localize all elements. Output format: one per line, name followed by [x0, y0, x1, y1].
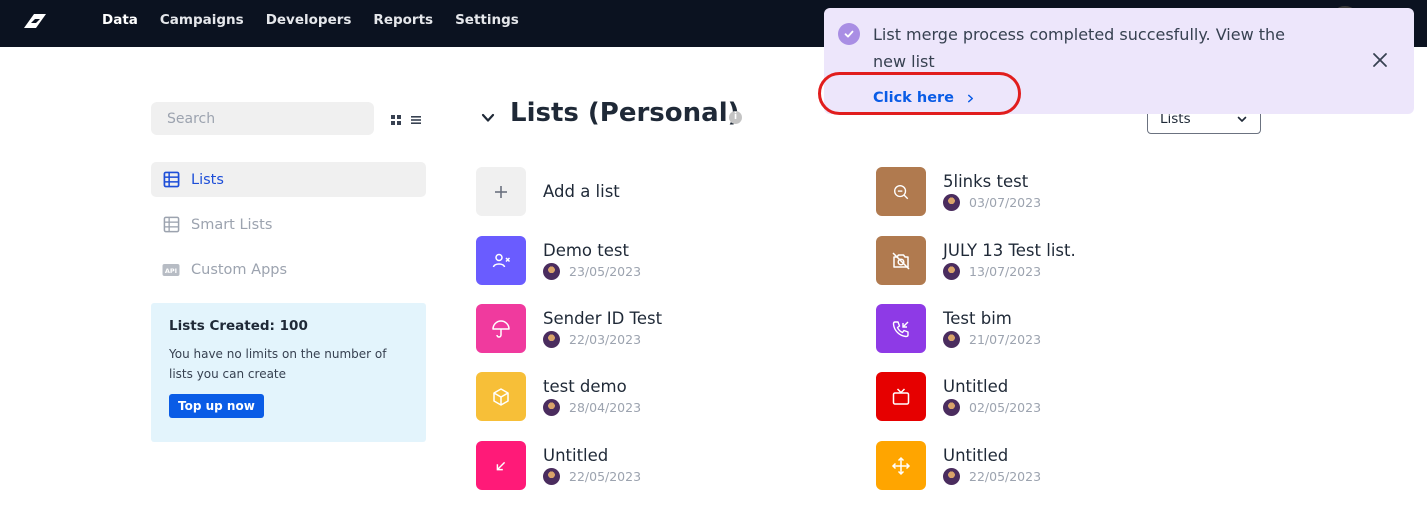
list-name: Demo test: [543, 241, 629, 260]
box-icon: [493, 387, 509, 406]
camera-off-icon: [892, 251, 910, 270]
quota-text: You have no limits on the number of list…: [169, 347, 387, 381]
owner-avatar: [943, 468, 960, 485]
click-here-link[interactable]: Click here: [873, 90, 975, 106]
lists-quota-card: Lists Created: 100 You have no limits on…: [151, 303, 426, 442]
list-tile: [876, 372, 926, 421]
list-item[interactable]: test demo 28/04/2023: [476, 372, 641, 421]
list-tile: [876, 167, 926, 216]
list-name: Untitled: [543, 446, 609, 465]
nav-campaigns[interactable]: Campaigns: [160, 12, 244, 28]
info-icon[interactable]: i: [729, 111, 742, 124]
list-date: 28/04/2023: [569, 400, 642, 415]
list-name: 5links test: [943, 172, 1029, 191]
chevron-down-icon: [1237, 116, 1247, 122]
owner-avatar: [943, 194, 960, 211]
owner-avatar: [543, 399, 560, 416]
chevron-down-icon[interactable]: [480, 110, 496, 126]
api-icon: API: [162, 261, 180, 279]
list-date: 23/05/2023: [569, 264, 642, 279]
arrow-down-left-icon: [496, 461, 506, 470]
list-date: 22/05/2023: [569, 469, 642, 484]
list-item[interactable]: Test bim 21/07/2023: [876, 304, 1041, 353]
sidebar-item-label: Lists: [191, 171, 224, 188]
owner-avatar: [543, 331, 560, 348]
table-icon: [162, 216, 180, 234]
sidebar-item-lists[interactable]: Lists: [151, 162, 426, 197]
list-item[interactable]: Untitled 02/05/2023: [876, 372, 1041, 421]
quota-title: Lists Created: 100: [169, 318, 308, 334]
owner-avatar: [943, 263, 960, 280]
sidebar-item-label: Smart Lists: [191, 216, 273, 233]
list-name: Untitled: [943, 446, 1009, 465]
list-name: test demo: [543, 377, 627, 396]
tv-icon: [892, 387, 910, 405]
merge-success-toast: List merge process completed succesfully…: [824, 8, 1414, 114]
top-up-button[interactable]: Top up now: [169, 394, 264, 418]
list-date: 13/07/2023: [969, 264, 1042, 279]
sidebar-item-label: Custom Apps: [191, 261, 288, 278]
view-toggle: [390, 111, 422, 125]
list-item[interactable]: Untitled 22/05/2023: [876, 441, 1041, 490]
nav-settings[interactable]: Settings: [455, 12, 519, 28]
table-icon: [162, 171, 180, 189]
search-input[interactable]: [151, 102, 374, 135]
toast-message: List merge process completed succesfully…: [873, 25, 1285, 71]
owner-avatar: [943, 331, 960, 348]
brand-logo[interactable]: [20, 10, 48, 32]
grid-view-icon[interactable]: [390, 111, 402, 125]
plus-icon: [476, 167, 526, 216]
user-x-icon: [492, 253, 511, 267]
list-tile: [876, 304, 926, 353]
toast-link-label: Click here: [873, 90, 955, 106]
list-tile: [876, 236, 926, 285]
page-title: Lists (Personal): [510, 98, 740, 128]
sidebar-item-smart-lists[interactable]: Smart Lists: [151, 207, 426, 242]
list-item[interactable]: Untitled 22/05/2023: [476, 441, 641, 490]
nav-reports[interactable]: Reports: [373, 12, 433, 28]
zoom-out-icon: [894, 184, 909, 199]
add-list-label: Add a list: [543, 182, 620, 201]
list-name: Test bim: [943, 309, 1012, 328]
list-tile: [476, 236, 526, 285]
nav-developers[interactable]: Developers: [266, 12, 352, 28]
owner-avatar: [543, 263, 560, 280]
list-tile: [876, 441, 926, 490]
list-tile: [476, 372, 526, 421]
list-date: 21/07/2023: [969, 332, 1042, 347]
owner-avatar: [543, 468, 560, 485]
close-icon[interactable]: [1371, 51, 1389, 69]
list-date: 03/07/2023: [969, 195, 1042, 210]
phone-incoming-icon: [892, 320, 909, 337]
list-item[interactable]: Demo test 23/05/2023: [476, 236, 641, 285]
umbrella-icon: [492, 319, 510, 338]
list-view-icon[interactable]: [410, 111, 422, 124]
list-date: 02/05/2023: [969, 400, 1042, 415]
list-name: Untitled: [943, 377, 1009, 396]
check-circle-icon: [838, 23, 860, 45]
main-nav: Data Campaigns Developers Reports Settin…: [102, 0, 519, 40]
list-item[interactable]: Sender ID Test 22/03/2023: [476, 304, 662, 353]
list-item[interactable]: 5links test 03/07/2023: [876, 167, 1041, 216]
list-name: JULY 13 Test list.: [943, 241, 1076, 260]
list-date: 22/05/2023: [969, 469, 1042, 484]
nav-data[interactable]: Data: [102, 12, 138, 28]
list-item[interactable]: JULY 13 Test list. 13/07/2023: [876, 236, 1076, 285]
sidebar-item-custom-apps[interactable]: API Custom Apps: [151, 252, 426, 287]
chevron-right-icon: [967, 94, 974, 102]
svg-text:API: API: [165, 267, 177, 275]
list-name: Sender ID Test: [543, 309, 663, 328]
add-list-button[interactable]: Add a list: [476, 167, 620, 216]
list-tile: [476, 304, 526, 353]
list-tile: [476, 441, 526, 490]
move-icon: [891, 456, 911, 475]
owner-avatar: [943, 399, 960, 416]
list-date: 22/03/2023: [569, 332, 642, 347]
